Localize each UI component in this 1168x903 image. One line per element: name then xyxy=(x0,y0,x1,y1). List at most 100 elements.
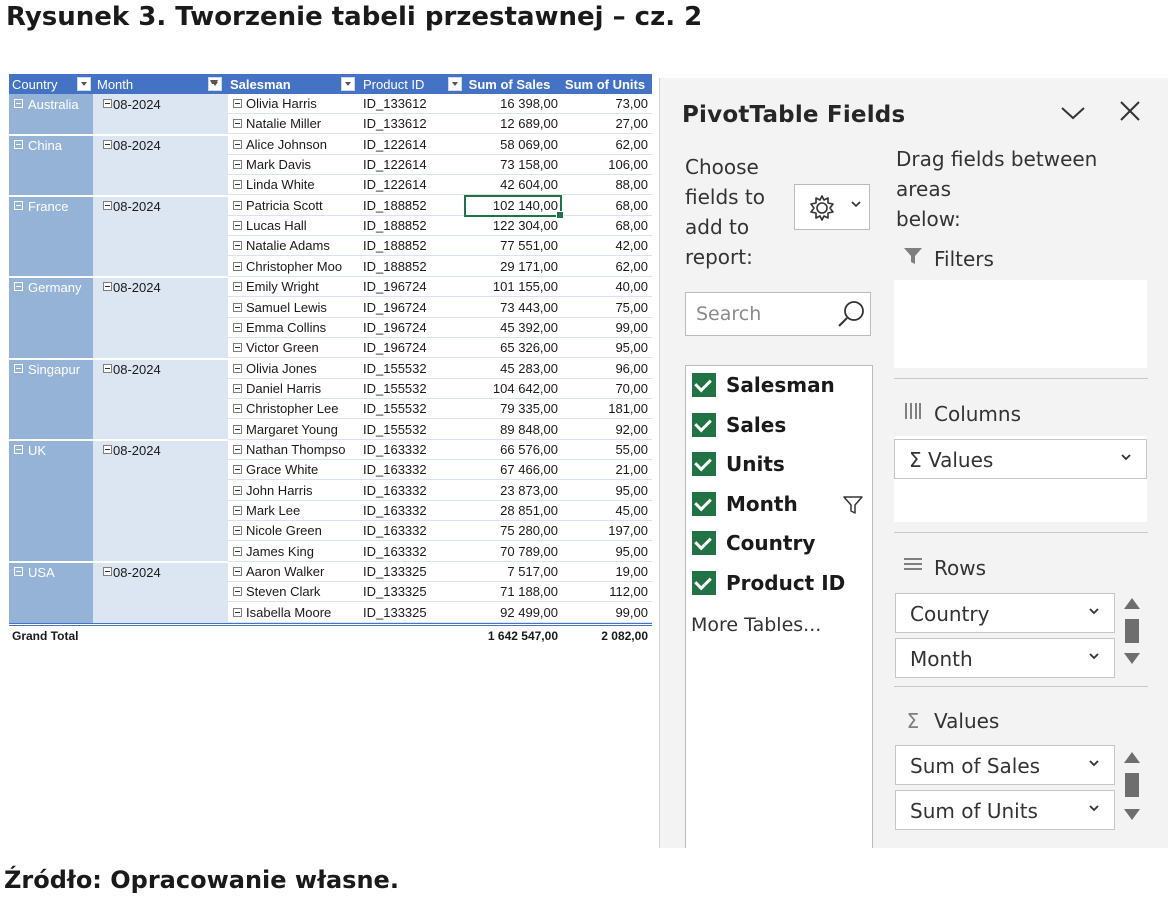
collapse-icon[interactable] xyxy=(233,119,242,129)
collapse-icon[interactable] xyxy=(233,99,242,108)
field-item[interactable]: Salesman xyxy=(692,373,870,399)
collapse-icon[interactable] xyxy=(233,139,242,149)
units-cell[interactable]: 99,00 xyxy=(558,320,648,335)
units-cell[interactable]: 62,00 xyxy=(558,259,648,274)
sales-cell[interactable]: 73 443,00 xyxy=(453,300,558,315)
field-item[interactable]: Sales xyxy=(692,412,870,439)
sales-cell[interactable]: 16 398,00 xyxy=(453,96,558,111)
salesman-cell[interactable]: Olivia Jones xyxy=(246,361,366,376)
sales-cell[interactable]: 66 576,00 xyxy=(453,442,558,457)
collapse-icon[interactable] xyxy=(14,139,23,149)
values-sum-units-pill[interactable]: Sum of Units xyxy=(895,790,1115,830)
collapse-icon[interactable] xyxy=(14,567,23,577)
product-id-cell[interactable]: ID_133612 xyxy=(363,96,453,111)
month-cell[interactable]: 08-2024 xyxy=(100,196,220,216)
country-dropdown-icon[interactable] xyxy=(77,77,91,91)
collapse-icon[interactable] xyxy=(233,424,242,434)
rows-scrollbar-thumb[interactable] xyxy=(1125,619,1139,643)
country-cell[interactable]: USA xyxy=(9,562,93,624)
collapse-icon[interactable] xyxy=(233,404,242,414)
product-id-cell[interactable]: ID_155532 xyxy=(363,401,453,416)
collapse-icon[interactable] xyxy=(233,282,242,292)
sales-cell[interactable]: 122 304,00 xyxy=(453,218,558,233)
units-cell[interactable]: 99,00 xyxy=(558,605,648,620)
sales-cell[interactable]: 92 499,00 xyxy=(453,605,558,620)
chevron-down-icon[interactable] xyxy=(1120,450,1132,466)
sales-cell[interactable]: 79 335,00 xyxy=(453,401,558,416)
salesman-cell[interactable]: Olivia Harris xyxy=(246,96,366,111)
sales-cell[interactable]: 58 069,00 xyxy=(453,137,558,152)
country-cell[interactable]: Australia xyxy=(9,94,93,135)
field-search-input[interactable]: Search xyxy=(685,292,871,336)
country-cell[interactable]: Singapur xyxy=(9,358,93,440)
salesman-cell[interactable]: James King xyxy=(246,544,366,559)
checkbox-checked-icon[interactable] xyxy=(692,373,716,397)
product-id-cell[interactable]: ID_188852 xyxy=(363,198,453,213)
units-cell[interactable]: 106,00 xyxy=(558,157,648,172)
collapse-icon[interactable] xyxy=(233,506,242,515)
sales-cell[interactable]: 70 789,00 xyxy=(453,544,558,559)
product-id-cell[interactable]: ID_133325 xyxy=(363,605,453,620)
sales-cell[interactable]: 7 517,00 xyxy=(453,564,558,579)
salesman-cell[interactable]: Emma Collins xyxy=(246,320,366,335)
close-icon[interactable] xyxy=(1119,99,1141,129)
collapse-icon[interactable] xyxy=(233,322,242,332)
product-id-cell[interactable]: ID_188852 xyxy=(363,218,453,233)
salesman-cell[interactable]: Emily Wright xyxy=(246,279,366,294)
product-id-cell[interactable]: ID_188852 xyxy=(363,259,453,274)
chevron-down-icon[interactable] xyxy=(1088,801,1100,817)
product-id-cell[interactable]: ID_196724 xyxy=(363,279,453,294)
sales-cell[interactable]: 29 171,00 xyxy=(453,259,558,274)
collapse-icon[interactable] xyxy=(233,363,242,373)
collapse-icon[interactable] xyxy=(233,485,242,495)
collapse-icon[interactable] xyxy=(233,241,242,251)
sales-cell[interactable]: 67 466,00 xyxy=(453,462,558,477)
salesman-cell[interactable]: Nathan Thompso xyxy=(246,442,366,457)
chevron-down-icon[interactable] xyxy=(1088,604,1100,620)
product-id-cell[interactable]: ID_188852 xyxy=(363,238,453,253)
field-item[interactable]: Country xyxy=(692,531,870,557)
units-cell[interactable]: 96,00 xyxy=(558,361,648,376)
product-id-cell[interactable]: ID_122614 xyxy=(363,157,453,172)
sales-cell[interactable]: 71 188,00 xyxy=(453,584,558,599)
checkbox-checked-icon[interactable] xyxy=(692,412,716,437)
sales-cell[interactable]: 28 851,00 xyxy=(453,503,558,518)
country-cell[interactable]: France xyxy=(9,195,93,278)
units-cell[interactable]: 19,00 xyxy=(558,564,648,579)
units-cell[interactable]: 112,00 xyxy=(558,584,648,599)
collapse-icon[interactable] xyxy=(233,444,242,454)
more-tables-link[interactable]: More Tables... xyxy=(691,614,821,636)
checkbox-checked-icon[interactable] xyxy=(692,570,716,595)
filters-drop-zone[interactable] xyxy=(894,280,1147,368)
units-cell[interactable]: 68,00 xyxy=(558,198,648,213)
salesman-cell[interactable]: Aaron Walker xyxy=(246,564,366,579)
collapse-icon[interactable] xyxy=(233,567,242,577)
collapse-icon[interactable] xyxy=(233,526,242,536)
month-cell[interactable]: 08-2024 xyxy=(100,562,220,582)
salesman-cell[interactable]: Christopher Lee xyxy=(246,401,366,416)
checkbox-checked-icon[interactable] xyxy=(692,531,716,555)
product-id-cell[interactable]: ID_196724 xyxy=(363,300,453,315)
field-item[interactable]: Units xyxy=(692,452,870,478)
sales-cell[interactable]: 23 873,00 xyxy=(453,483,558,498)
collapse-icon[interactable] xyxy=(103,444,112,454)
country-cell[interactable]: UK xyxy=(9,439,93,563)
search-icon[interactable] xyxy=(836,299,866,329)
month-cell[interactable]: 08-2024 xyxy=(100,277,220,297)
units-cell[interactable]: 55,00 xyxy=(558,442,648,457)
rows-month-pill[interactable]: Month xyxy=(895,638,1115,678)
grand-total-units[interactable]: 2 082,00 xyxy=(558,629,648,643)
product-id-cell[interactable]: ID_122614 xyxy=(363,137,453,152)
salesman-cell[interactable]: Mark Lee xyxy=(246,503,366,518)
chevron-down-icon[interactable] xyxy=(1060,103,1086,128)
field-item[interactable]: Month xyxy=(692,491,870,518)
units-cell[interactable]: 75,00 xyxy=(558,300,648,315)
units-cell[interactable]: 40,00 xyxy=(558,279,648,294)
sales-cell[interactable]: 12 689,00 xyxy=(453,116,558,131)
collapse-icon[interactable] xyxy=(233,343,242,353)
collapse-icon[interactable] xyxy=(103,139,112,149)
grand-total-sales[interactable]: 1 642 547,00 xyxy=(453,629,558,643)
salesman-cell[interactable]: Linda White xyxy=(246,177,366,192)
product-id-cell[interactable]: ID_163332 xyxy=(363,462,453,477)
collapse-icon[interactable] xyxy=(14,99,23,108)
